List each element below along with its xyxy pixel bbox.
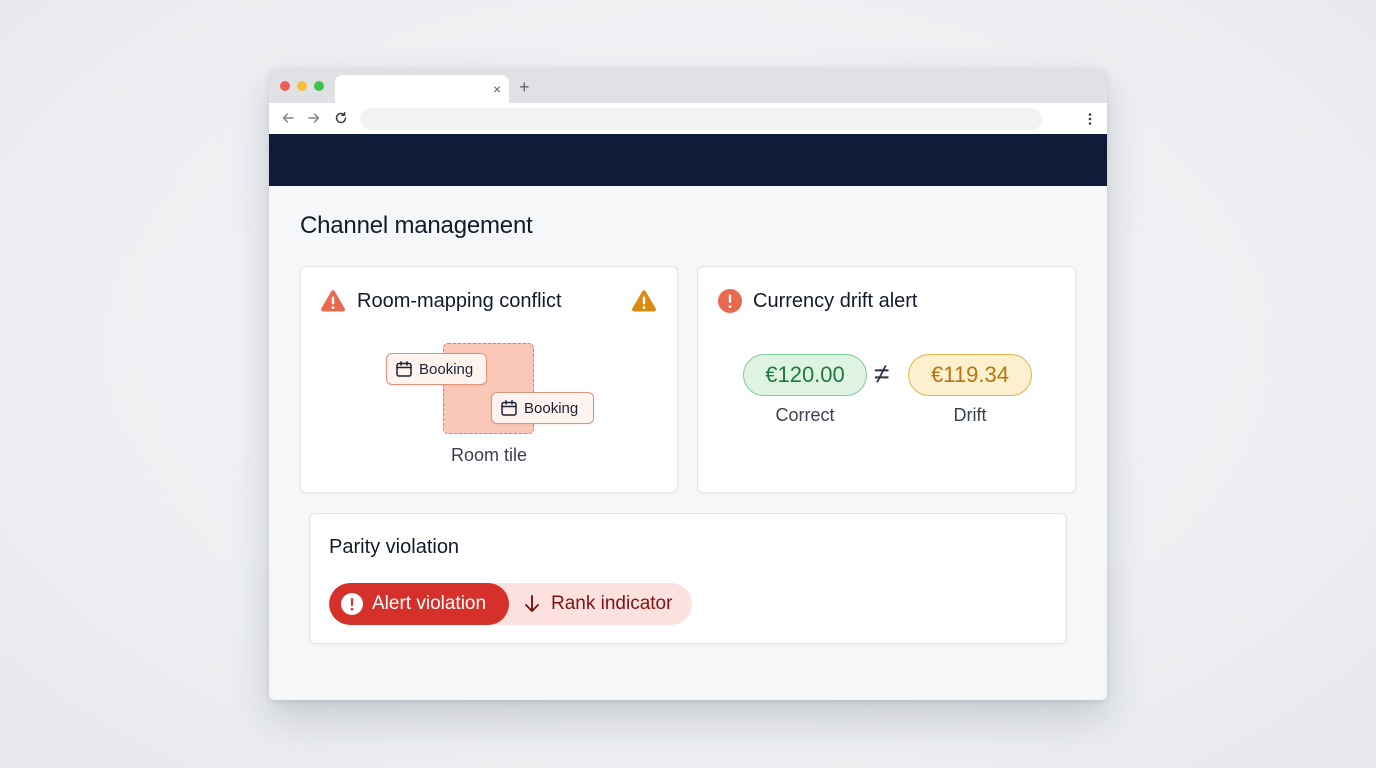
tab-close-icon[interactable]: × xyxy=(493,80,501,98)
new-tab-button[interactable]: + xyxy=(519,77,530,97)
reload-icon[interactable] xyxy=(332,109,350,127)
desktop-background: × + Channel management Room-mapping conf… xyxy=(0,0,1376,768)
address-bar[interactable] xyxy=(360,108,1042,130)
parity-violation-card: Parity violation Alert violation Rank in… xyxy=(309,513,1067,644)
not-equal-sign: ≠ xyxy=(874,358,890,389)
browser-window: × + Channel management Room-mapping conf… xyxy=(269,68,1107,700)
room-mapping-conflict-card: Room-mapping conflict Booking Booking Ro… xyxy=(300,266,678,493)
rank-indicator-label: Rank indicator xyxy=(551,593,673,614)
warning-triangle-icon xyxy=(631,289,657,313)
back-arrow-icon[interactable] xyxy=(279,109,297,127)
alert-violation-label: Alert violation xyxy=(372,593,487,614)
booking-chip[interactable]: Booking xyxy=(386,353,487,385)
parity-status-segment: Alert violation Rank indicator xyxy=(329,583,692,625)
currency-drift-alert-title: Currency drift alert xyxy=(753,290,918,312)
minimize-window-button[interactable] xyxy=(297,81,307,91)
booking-chip-label: Booking xyxy=(419,360,474,378)
booking-chip-label: Booking xyxy=(524,399,579,417)
alert-violation-button[interactable]: Alert violation xyxy=(329,583,509,625)
rank-indicator-button[interactable]: Rank indicator xyxy=(509,583,692,625)
currency-drift-alert-card: Currency drift alert €120.00 ≠ €119.34 C… xyxy=(697,266,1076,493)
warning-triangle-icon xyxy=(320,289,346,313)
drift-label: Drift xyxy=(953,405,987,425)
browser-toolbar xyxy=(269,103,1107,135)
page-title: Channel management xyxy=(300,212,533,239)
room-mapping-conflict-title: Room-mapping conflict xyxy=(357,290,562,312)
app-header-bar xyxy=(269,134,1107,186)
browser-tab-active[interactable]: × xyxy=(335,75,509,103)
tab-bar: × + xyxy=(269,68,1107,103)
correct-label: Correct xyxy=(775,405,835,425)
calendar-icon xyxy=(501,400,517,416)
parity-violation-title: Parity violation xyxy=(329,536,460,558)
calendar-icon xyxy=(396,361,412,377)
browser-menu-icon[interactable] xyxy=(1085,109,1095,129)
room-tile-label: Room tile xyxy=(450,445,528,465)
forward-arrow-icon[interactable] xyxy=(305,109,323,127)
maximize-window-button[interactable] xyxy=(314,81,324,91)
alert-circle-icon xyxy=(341,593,363,615)
close-window-button[interactable] xyxy=(280,81,290,91)
arrow-down-icon xyxy=(525,595,539,612)
booking-chip[interactable]: Booking xyxy=(491,392,594,424)
alert-circle-icon xyxy=(718,289,742,313)
correct-amount-pill: €120.00 xyxy=(743,354,867,396)
main-content: Channel management Room-mapping conflict xyxy=(269,186,1107,700)
drift-amount-pill: €119.34 xyxy=(908,354,1032,396)
